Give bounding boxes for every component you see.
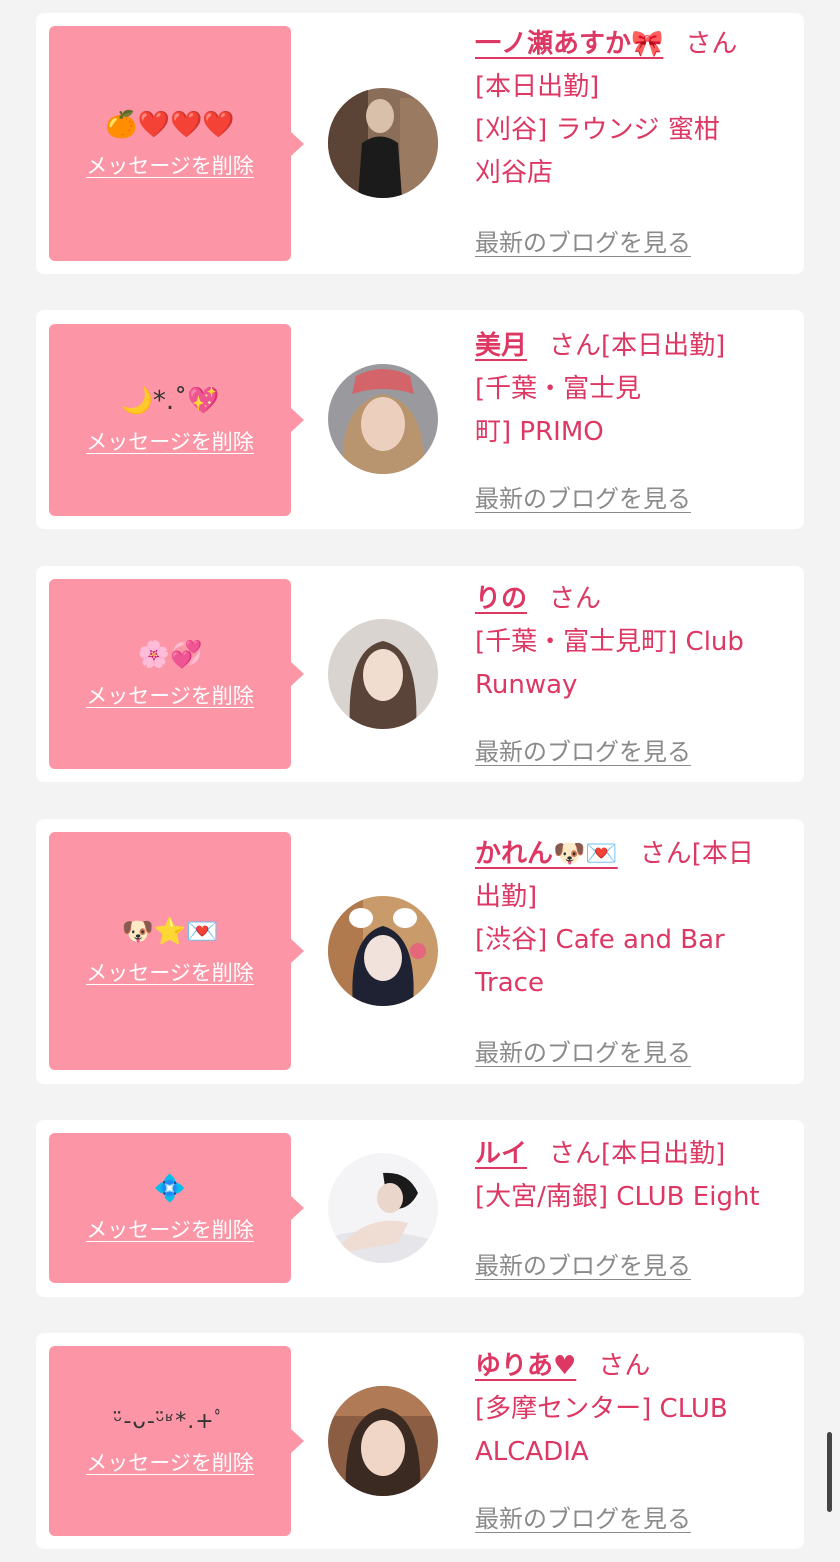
profile-photo-icon — [328, 896, 438, 1006]
profile-photo-icon — [328, 1386, 438, 1496]
message-card: 💠 メッセージを削除 ルイ さん[本日出勤] [大宮/南銀] CLUB Eight… — [36, 1120, 804, 1297]
view-latest-blog-link[interactable]: 最新のブログを見る — [475, 1499, 691, 1534]
profile-photo-icon — [328, 1153, 438, 1263]
info-line: [本日出勤] — [475, 72, 600, 102]
avatar[interactable] — [328, 1153, 438, 1263]
view-latest-blog-link[interactable]: 最新のブログを見る — [475, 479, 691, 514]
avatar[interactable] — [328, 619, 438, 729]
message-card: 🌙*.˚💖 メッセージを削除 美月 さん[本日出勤] [千葉・富士見 町] PRI… — [36, 310, 804, 529]
info-line: 出勤] — [475, 882, 538, 912]
message-text: 💠 — [153, 1174, 187, 1204]
info-line: ALCADIA — [475, 1437, 589, 1467]
cast-name-link[interactable]: 一ノ瀬あすか🎀 — [475, 29, 663, 59]
honorific: さん — [549, 584, 602, 614]
honorific: さん[本日出勤] — [549, 331, 726, 361]
message-card: 🍊❤️❤️❤️ メッセージを削除 一ノ瀬あすか🎀 さん [本日出勤] [刈谷] ラ… — [36, 13, 804, 274]
info-line: Runway — [475, 670, 578, 700]
cast-info: 美月 さん[本日出勤] [千葉・富士見 町] PRIMO — [475, 325, 795, 454]
delete-message-link[interactable]: メッセージを削除 — [86, 957, 254, 987]
cast-info: 一ノ瀬あすか🎀 さん [本日出勤] [刈谷] ラウンジ 蜜柑 刈谷店 — [475, 23, 795, 195]
avatar[interactable] — [328, 88, 438, 198]
avatar[interactable] — [328, 896, 438, 1006]
message-card: 🐶⭐💌 メッセージを削除 かれん🐶💌 さん[本日 出勤] [渋谷] Cafe an… — [36, 819, 804, 1084]
message-bubble: 🐶⭐💌 メッセージを削除 — [49, 832, 304, 1070]
cast-info: ルイ さん[本日出勤] [大宮/南銀] CLUB Eight — [475, 1133, 795, 1219]
scrollbar[interactable] — [827, 1432, 832, 1512]
cast-name-link[interactable]: りの — [475, 584, 527, 614]
message-bubble: ᵕ̈-ᴗ-ᵕ̈ʶ*.+ﾟ メッセージを削除 — [49, 1346, 304, 1536]
view-latest-blog-link[interactable]: 最新のブログを見る — [475, 732, 691, 767]
message-bubble: 🌸💞 メッセージを削除 — [49, 579, 304, 769]
cast-name-link[interactable]: かれん🐶💌 — [475, 839, 618, 869]
cast-info: ゆりあ♥ さん [多摩センター] CLUB ALCADIA — [475, 1345, 795, 1474]
cast-name-link[interactable]: ゆりあ♥ — [475, 1351, 576, 1381]
info-line: Trace — [475, 968, 544, 998]
delete-message-link[interactable]: メッセージを削除 — [86, 680, 254, 710]
message-text: 🍊❤️❤️❤️ — [105, 109, 235, 140]
delete-message-link[interactable]: メッセージを削除 — [86, 1447, 254, 1477]
message-text: 🌙*.˚💖 — [120, 386, 220, 416]
delete-message-link[interactable]: メッセージを削除 — [86, 1214, 254, 1244]
info-line: [千葉・富士見 — [475, 374, 642, 404]
view-latest-blog-link[interactable]: 最新のブログを見る — [475, 1033, 691, 1068]
message-bubble: 💠 メッセージを削除 — [49, 1133, 304, 1283]
message-card: ᵕ̈-ᴗ-ᵕ̈ʶ*.+ﾟ メッセージを削除 ゆりあ♥ さん [多摩センター] CL… — [36, 1333, 804, 1549]
avatar[interactable] — [328, 364, 438, 474]
info-line: [多摩センター] CLUB — [475, 1394, 728, 1424]
honorific: さん — [685, 29, 738, 59]
cast-info: りの さん [千葉・富士見町] Club Runway — [475, 578, 795, 707]
cast-name-link[interactable]: 美月 — [475, 331, 527, 361]
message-text: 🐶⭐💌 — [121, 917, 219, 947]
info-line: [千葉・富士見町] Club — [475, 627, 744, 657]
honorific: さん[本日出勤] — [549, 1139, 726, 1169]
cast-name-link[interactable]: ルイ — [475, 1139, 527, 1169]
cast-info: かれん🐶💌 さん[本日 出勤] [渋谷] Cafe and Bar Trace — [475, 833, 795, 1005]
view-latest-blog-link[interactable]: 最新のブログを見る — [475, 1246, 691, 1281]
message-bubble: 🍊❤️❤️❤️ メッセージを削除 — [49, 26, 304, 261]
delete-message-link[interactable]: メッセージを削除 — [86, 150, 254, 180]
delete-message-link[interactable]: メッセージを削除 — [86, 426, 254, 456]
avatar[interactable] — [328, 1386, 438, 1496]
info-line: [渋谷] Cafe and Bar — [475, 925, 725, 955]
info-line: 町] PRIMO — [475, 417, 604, 447]
message-text: 🌸💞 — [137, 640, 203, 670]
honorific: さん[本日 — [639, 839, 754, 869]
profile-photo-icon — [328, 364, 438, 474]
info-line: [大宮/南銀] CLUB Eight — [475, 1182, 760, 1212]
message-text: ᵕ̈-ᴗ-ᵕ̈ʶ*.+ﾟ — [113, 1409, 227, 1434]
info-line: 刈谷店 — [475, 158, 554, 188]
honorific: さん — [598, 1351, 651, 1381]
message-card: 🌸💞 メッセージを削除 りの さん [千葉・富士見町] Club Runway 最… — [36, 566, 804, 782]
profile-photo-icon — [328, 88, 438, 198]
info-line: [刈谷] ラウンジ 蜜柑 — [475, 115, 720, 145]
message-bubble: 🌙*.˚💖 メッセージを削除 — [49, 324, 304, 516]
profile-photo-icon — [328, 619, 438, 729]
view-latest-blog-link[interactable]: 最新のブログを見る — [475, 223, 691, 258]
